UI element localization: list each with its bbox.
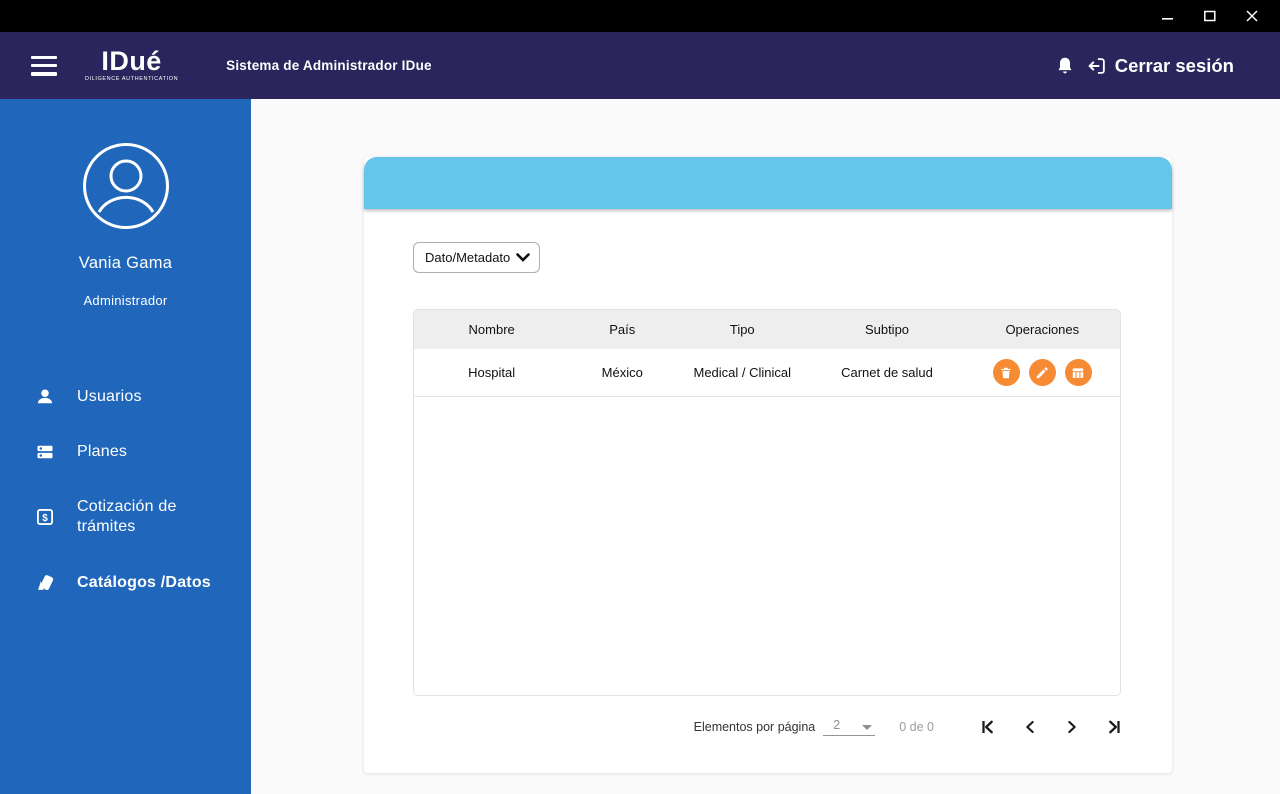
sidebar-item-cotizacion[interactable]: $ Cotización de trámites — [0, 480, 251, 556]
table-icon — [1073, 367, 1084, 378]
page-size-value: 2 — [833, 718, 841, 732]
svg-text:$: $ — [42, 513, 48, 524]
catalog-type-value: Dato/Metadato — [425, 250, 511, 265]
next-page-button[interactable] — [1062, 717, 1082, 737]
column-header-nombre: Nombre — [468, 322, 515, 337]
delete-icon — [1001, 367, 1011, 378]
previous-page-button[interactable] — [1020, 717, 1040, 737]
user-name: Vania Gama — [78, 254, 173, 272]
cell-nombre: Hospital — [468, 365, 516, 380]
page-size-select[interactable]: 2 — [823, 718, 876, 736]
column-header-tipo: Tipo — [729, 322, 755, 337]
cell-pais: México — [601, 365, 643, 380]
column-header-pais: País — [609, 322, 636, 337]
sidebar-item-label: Planes — [77, 442, 128, 460]
app-logo[interactable]: IDué DILIGENCE AUTHENTICATION — [85, 48, 178, 83]
page-range-label: 0 de 0 — [899, 720, 934, 734]
edit-button[interactable] — [1028, 359, 1056, 386]
user-role: Administrador — [83, 293, 168, 308]
chevron-right-icon — [1068, 720, 1076, 734]
column-header-operaciones: Operaciones — [1005, 322, 1080, 337]
first-page-button[interactable] — [978, 717, 998, 737]
chevron-left-icon — [1026, 720, 1034, 734]
sidebar-item-catalogos[interactable]: Catálogos /Datos — [0, 555, 251, 611]
menu-button[interactable] — [31, 55, 57, 76]
pagination-bar: Elementos por página 2 0 de 0 — [364, 717, 1124, 737]
last-page-icon — [1109, 720, 1120, 734]
cell-operations — [965, 359, 1120, 386]
catalog-table: Nombre País Tipo Subtipo Operaciones Hos… — [413, 309, 1121, 696]
plans-icon — [34, 442, 56, 462]
first-page-icon — [982, 720, 993, 734]
table-header-row: Nombre País Tipo Subtipo Operaciones — [414, 310, 1120, 349]
edit-icon — [1037, 366, 1048, 378]
sidebar-item-usuarios[interactable]: Usuarios — [0, 370, 251, 425]
last-page-button[interactable] — [1104, 717, 1124, 737]
sidebar-item-planes[interactable]: Planes — [0, 425, 251, 480]
logo-text: IDué — [101, 46, 162, 77]
minimize-icon — [1162, 18, 1173, 20]
sidebar-item-label: Usuarios — [77, 388, 142, 405]
catalog-card: Dato/Metadato Nombre País Tipo Subtipo O… — [364, 157, 1172, 773]
close-button[interactable] — [1238, 4, 1266, 28]
user-icon — [34, 387, 56, 407]
hamburger-icon — [31, 55, 57, 59]
sidebar: Vania Gama Administrador Usuarios Planes… — [0, 99, 251, 794]
catalog-type-select[interactable]: Dato/Metadato — [413, 242, 540, 273]
cell-tipo: Medical / Clinical — [693, 365, 792, 380]
card-header-bar — [364, 157, 1172, 209]
column-header-subtipo: Subtipo — [864, 322, 910, 337]
caret-down-icon — [862, 725, 873, 730]
avatar — [82, 143, 169, 229]
sidebar-item-label: Catálogos /Datos — [77, 573, 211, 591]
catalogs-icon — [34, 572, 56, 594]
logout-button[interactable]: Cerrar sesión — [1086, 55, 1234, 77]
items-per-page-label: Elementos por página — [693, 720, 816, 734]
page-title: Sistema de Administrador IDue — [226, 58, 432, 73]
chevron-down-icon — [516, 253, 530, 262]
logo-subtext: DILIGENCE AUTHENTICATION — [85, 76, 179, 83]
app-header: IDué DILIGENCE AUTHENTICATION Sistema de… — [0, 32, 1280, 99]
minimize-button[interactable] — [1154, 4, 1182, 28]
maximize-icon — [1204, 10, 1216, 22]
table-row: Hospital México Medical / Clinical Carne… — [414, 349, 1120, 397]
window-titlebar — [0, 0, 1280, 32]
delete-button[interactable] — [992, 359, 1020, 386]
table-view-button[interactable] — [1064, 359, 1092, 386]
notifications-bell-icon[interactable] — [1054, 55, 1076, 77]
sidebar-item-label: Cotización de trámites — [77, 497, 177, 536]
logout-label: Cerrar sesión — [1114, 54, 1234, 76]
quote-dollar-icon: $ — [34, 507, 56, 527]
sidebar-nav: Usuarios Planes $ Cotización de trámites — [0, 370, 251, 611]
close-icon — [1246, 10, 1258, 22]
logout-icon — [1087, 57, 1105, 74]
cell-subtipo: Carnet de salud — [841, 365, 933, 380]
maximize-button[interactable] — [1196, 4, 1224, 28]
main-content: Dato/Metadato Nombre País Tipo Subtipo O… — [251, 99, 1280, 794]
